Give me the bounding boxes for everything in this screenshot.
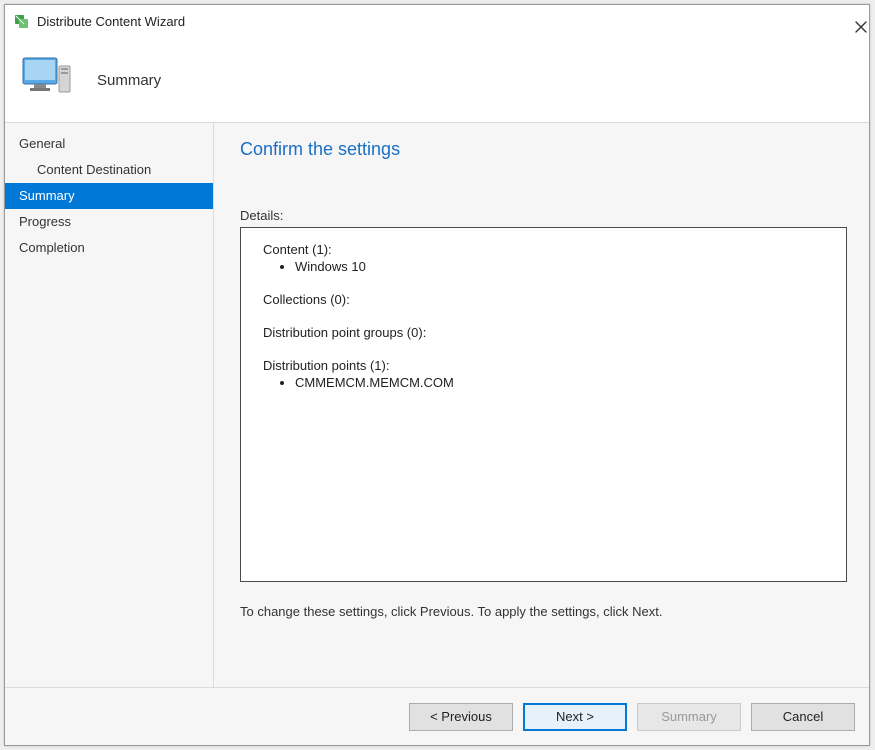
computer-monitor-icon bbox=[19, 52, 75, 108]
details-box[interactable]: Content (1): Windows 10 Collections (0): Di… bbox=[240, 227, 847, 582]
details-section-list: CMMEMCM.MEMCM.COM bbox=[263, 375, 828, 390]
settings-hint: To change these settings, click Previous… bbox=[240, 604, 847, 619]
details-label: Details: bbox=[240, 208, 847, 223]
sidebar-item-general[interactable]: General bbox=[5, 131, 213, 157]
details-section: Content (1): Windows 10 bbox=[263, 242, 828, 274]
details-section-title: Collections (0): bbox=[263, 292, 828, 307]
wizard-sidebar: GeneralContent DestinationSummaryProgres… bbox=[5, 123, 213, 687]
close-icon[interactable] bbox=[849, 15, 861, 27]
wizard-footer: < Previous Next > Summary Cancel bbox=[5, 687, 869, 745]
wizard-header: Summary bbox=[5, 38, 869, 123]
details-section-title: Distribution points (1): bbox=[263, 358, 828, 373]
titlebar: Distribute Content Wizard bbox=[5, 5, 869, 38]
summary-button: Summary bbox=[637, 703, 741, 731]
details-section-item: Windows 10 bbox=[295, 259, 828, 274]
details-section-title: Content (1): bbox=[263, 242, 828, 257]
details-section-list: Windows 10 bbox=[263, 259, 828, 274]
cancel-button[interactable]: Cancel bbox=[751, 703, 855, 731]
app-icon bbox=[13, 13, 29, 29]
details-section: Distribution points (1): CMMEMCM.MEMCM.CO… bbox=[263, 358, 828, 390]
sidebar-item-summary[interactable]: Summary bbox=[5, 183, 213, 209]
window-title: Distribute Content Wizard bbox=[37, 14, 849, 29]
wizard-body: GeneralContent DestinationSummaryProgres… bbox=[5, 123, 869, 687]
next-button[interactable]: Next > bbox=[523, 703, 627, 731]
sidebar-item-progress[interactable]: Progress bbox=[5, 209, 213, 235]
details-section-title: Distribution point groups (0): bbox=[263, 325, 828, 340]
main-heading: Confirm the settings bbox=[240, 139, 847, 160]
sidebar-item-completion[interactable]: Completion bbox=[5, 235, 213, 261]
wizard-main: Confirm the settings Details: Content (1… bbox=[213, 123, 869, 687]
sidebar-item-content-destination[interactable]: Content Destination bbox=[5, 157, 213, 183]
page-title: Summary bbox=[97, 72, 161, 89]
previous-button[interactable]: < Previous bbox=[409, 703, 513, 731]
wizard-window: Distribute Content Wizard Summary Genera… bbox=[4, 4, 870, 746]
details-section: Distribution point groups (0): bbox=[263, 325, 828, 340]
details-section-item: CMMEMCM.MEMCM.COM bbox=[295, 375, 828, 390]
details-section: Collections (0): bbox=[263, 292, 828, 307]
